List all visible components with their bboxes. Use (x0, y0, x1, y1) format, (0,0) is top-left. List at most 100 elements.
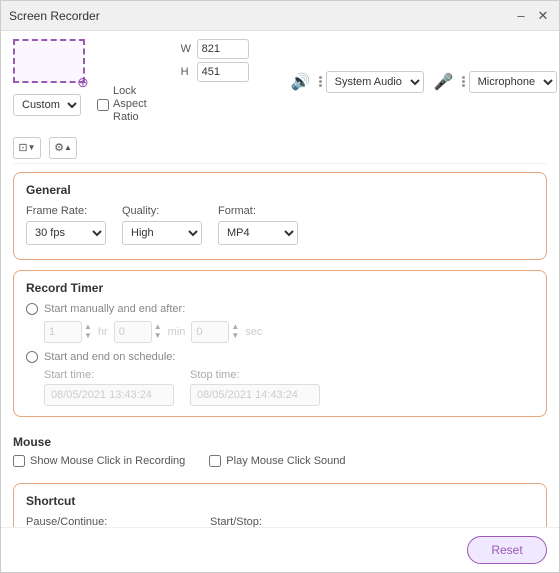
start-time-input[interactable] (44, 384, 174, 406)
schedule-radio[interactable] (26, 351, 38, 363)
min-spinner: ▲ ▼ (114, 321, 162, 343)
microphone-dots (462, 76, 465, 87)
width-input[interactable] (197, 39, 249, 59)
wh-inputs: W H (181, 39, 249, 82)
lock-aspect-container: Lock AspectRatio (97, 85, 159, 125)
quality-dropdown[interactable]: High (122, 221, 202, 245)
format-label: Format: (218, 205, 298, 217)
record-timer-section: Record Timer Start manually and end afte… (13, 270, 547, 417)
general-title: General (26, 183, 534, 197)
stop-time-label: Stop time: (190, 369, 320, 381)
min-arrows: ▲ ▼ (154, 323, 162, 340)
height-input[interactable] (197, 62, 249, 82)
audio-controls: 🔊 System Audio 🎤 Microphone (287, 68, 559, 96)
canvas-area: ⊕ W H Custom (13, 39, 159, 125)
play-sound-label: Play Mouse Click Sound (226, 455, 345, 467)
lock-aspect-label: Lock AspectRatio (113, 85, 159, 125)
play-sound-checkbox[interactable] (209, 455, 221, 467)
min-down-arrow[interactable]: ▼ (154, 332, 162, 340)
start-time-label: Start time: (44, 369, 174, 381)
sec-up-arrow[interactable]: ▲ (231, 323, 239, 331)
screenshot-button[interactable]: ⊡ ▼ (13, 137, 41, 159)
start-time-field: Start time: (44, 369, 174, 406)
sec-down-arrow[interactable]: ▼ (231, 332, 239, 340)
frame-rate-dropdown[interactable]: 30 fps (26, 221, 106, 245)
height-label: H (181, 66, 193, 78)
title-bar: Screen Recorder – ✕ (1, 1, 559, 31)
shortcut-title: Shortcut (26, 494, 534, 508)
footer: Reset (1, 527, 559, 572)
reset-button[interactable]: Reset (467, 536, 547, 564)
stop-time-input[interactable] (190, 384, 320, 406)
settings-icon: ⚙ (54, 141, 64, 154)
system-audio-item: 🔊 System Audio (287, 68, 424, 96)
general-section: General Frame Rate: 30 fps Quality: High… (13, 172, 547, 260)
sec-input[interactable] (191, 321, 229, 343)
window-controls: – ✕ (513, 8, 551, 24)
start-manually-radio[interactable] (26, 303, 38, 315)
width-field: W (181, 39, 249, 59)
play-sound-item: Play Mouse Click Sound (209, 455, 345, 467)
mouse-title: Mouse (13, 435, 547, 449)
hr-spinner: ▲ ▼ (44, 321, 92, 343)
shortcut-section: Shortcut Pause/Continue: Start/Stop: (13, 483, 547, 527)
quality-label: Quality: (122, 205, 202, 217)
schedule-row: Start and end on schedule: (26, 351, 534, 363)
microphone-dropdown[interactable]: Microphone (469, 71, 557, 93)
shortcut-fields: Pause/Continue: Start/Stop: (26, 516, 534, 527)
sec-spinner: ▲ ▼ (191, 321, 239, 343)
start-manually-row: Start manually and end after: (26, 303, 534, 315)
window-title: Screen Recorder (9, 9, 100, 23)
schedule-times: Start time: Stop time: (44, 369, 534, 406)
mouse-section: Mouse Show Mouse Click in Recording Play… (13, 427, 547, 475)
lock-aspect-checkbox[interactable] (97, 99, 109, 111)
hr-input[interactable] (44, 321, 82, 343)
frame-rate-label: Frame Rate: (26, 205, 106, 217)
speaker-icon: 🔊 (287, 68, 315, 96)
main-content: ⊕ W H Custom (1, 31, 559, 527)
microphone-item: 🎤 Microphone (430, 68, 557, 96)
toolbar: ⊡ ▼ ⚙ ▲ (13, 133, 547, 164)
pause-field: Pause/Continue: (26, 516, 186, 527)
hr-label: hr (98, 326, 108, 338)
start-stop-field: Start/Stop: (210, 516, 370, 527)
hr-up-arrow[interactable]: ▲ (84, 323, 92, 331)
minimize-button[interactable]: – (513, 8, 529, 24)
width-label: W (181, 43, 193, 55)
show-click-item: Show Mouse Click in Recording (13, 455, 185, 467)
sec-label: sec (245, 326, 262, 338)
format-dropdown[interactable]: MP4 (218, 221, 298, 245)
screenshot-icon: ⊡ (18, 141, 27, 154)
hr-down-arrow[interactable]: ▼ (84, 332, 92, 340)
capture-area-preview[interactable]: ⊕ (13, 39, 85, 83)
settings-arrow-icon: ▲ (64, 143, 72, 152)
general-fields: Frame Rate: 30 fps Quality: High Format:… (26, 205, 534, 245)
settings-button[interactable]: ⚙ ▲ (49, 137, 77, 159)
mouse-options: Show Mouse Click in Recording Play Mouse… (13, 455, 547, 467)
system-audio-dropdown[interactable]: System Audio (326, 71, 424, 93)
preset-dropdown[interactable]: Custom (13, 94, 81, 116)
schedule-label: Start and end on schedule: (44, 351, 175, 363)
quality-field: Quality: High (122, 205, 202, 245)
format-field: Format: MP4 (218, 205, 298, 245)
screenshot-dropdown-icon: ▼ (28, 143, 36, 152)
pause-label: Pause/Continue: (26, 516, 186, 527)
show-click-checkbox[interactable] (13, 455, 25, 467)
stop-time-field: Stop time: (190, 369, 320, 406)
microphone-icon: 🎤 (430, 68, 458, 96)
top-row: ⊕ W H Custom (13, 39, 547, 125)
start-manually-label: Start manually and end after: (44, 303, 185, 315)
close-button[interactable]: ✕ (535, 8, 551, 24)
height-field: H (181, 62, 249, 82)
system-audio-dots (319, 76, 322, 87)
sec-arrows: ▲ ▼ (231, 323, 239, 340)
min-input[interactable] (114, 321, 152, 343)
screen-recorder-window: Screen Recorder – ✕ ⊕ W H (0, 0, 560, 573)
crosshair-icon: ⊕ (77, 75, 91, 89)
record-timer-title: Record Timer (26, 281, 534, 295)
show-click-label: Show Mouse Click in Recording (30, 455, 185, 467)
canvas-bottom: Custom Lock AspectRatio (13, 85, 159, 125)
start-stop-label: Start/Stop: (210, 516, 370, 527)
min-label: min (168, 326, 186, 338)
min-up-arrow[interactable]: ▲ (154, 323, 162, 331)
